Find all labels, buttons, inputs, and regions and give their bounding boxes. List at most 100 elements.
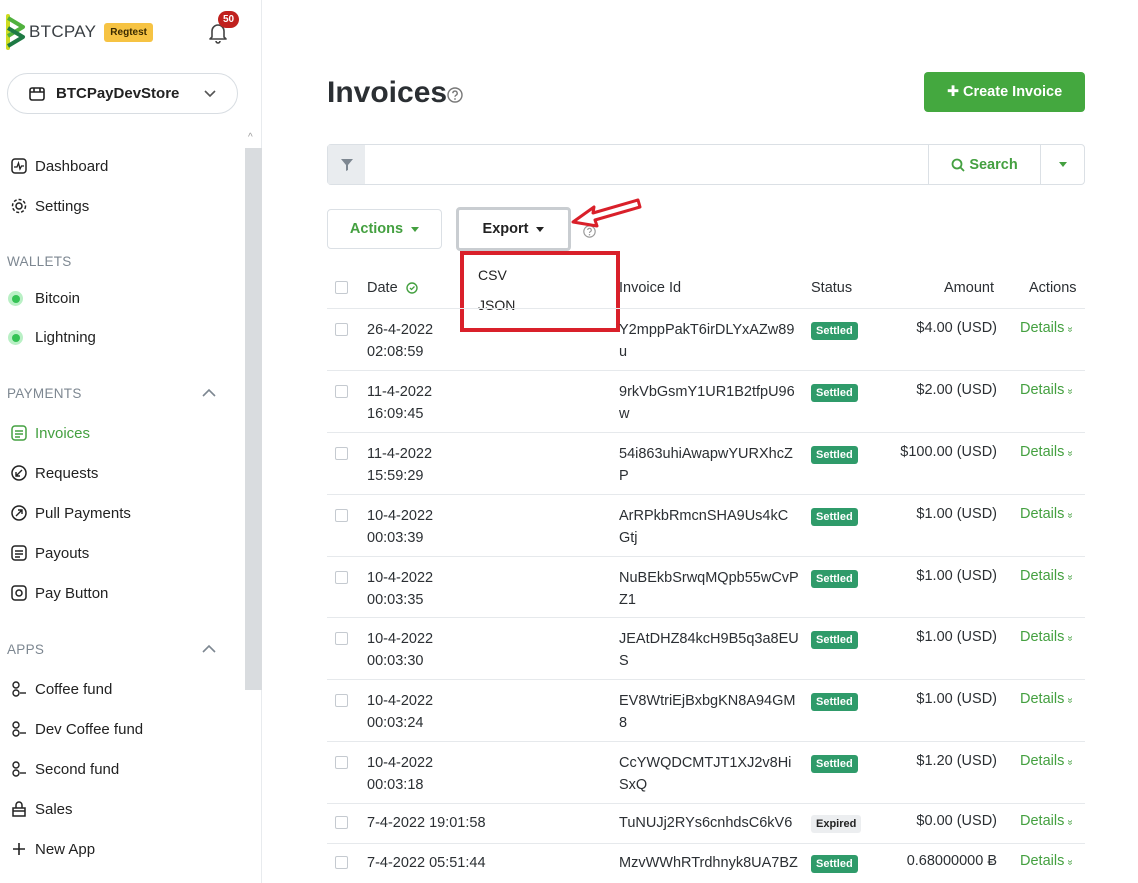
invoice-id: ArRPkbRmcnSHA9Us4kCGtj (619, 508, 789, 546)
details-label: Details (1020, 629, 1065, 645)
select-all-checkbox[interactable] (335, 281, 348, 294)
double-chevron-down-icon: » (1064, 759, 1076, 766)
row-checkbox[interactable] (335, 509, 348, 522)
chevron-up-icon[interactable] (201, 642, 217, 656)
search-label: Search (969, 156, 1018, 173)
sidebar-item-coffee-fund[interactable]: Coffee fund (10, 680, 112, 698)
export-csv-option[interactable]: CSV (478, 267, 507, 283)
filter-icon (340, 158, 353, 171)
row-checkbox[interactable] (335, 447, 348, 460)
column-header-label: Date (367, 280, 398, 296)
double-chevron-down-icon: » (1064, 326, 1076, 333)
status-dot-icon (8, 291, 23, 306)
table-row: 26-4-2022 02:08:59 Y2mppPakT6irDLYxAZw89u S… (327, 308, 1085, 370)
sidebar-item-payouts[interactable]: Payouts (10, 544, 89, 562)
invoice-date: 7-4-2022 19:01:58 (367, 815, 486, 831)
brand[interactable]: BTCPAY Regtest (6, 14, 153, 50)
invoice-amount: $1.00 (USD) (916, 506, 997, 522)
sidebar-item-label: Payouts (35, 544, 90, 562)
double-chevron-down-icon: » (1064, 450, 1076, 457)
details-link[interactable]: Details» (1020, 320, 1076, 336)
sidebar-item-requests[interactable]: Requests (10, 464, 98, 482)
sidebar-item-sales[interactable]: Sales (10, 800, 73, 818)
sidebar-item-label: Pay Button (35, 584, 109, 602)
row-checkbox[interactable] (335, 385, 348, 398)
filter-button[interactable] (328, 145, 365, 184)
details-link[interactable]: Details» (1020, 506, 1076, 522)
store-selector[interactable]: BTCPayDevStore (7, 73, 238, 114)
search-bar: Search (327, 144, 1085, 185)
sidebar-item-dashboard[interactable]: Dashboard (10, 157, 108, 175)
search-button[interactable]: Search (928, 145, 1040, 184)
row-checkbox[interactable] (335, 323, 348, 336)
status-badge: Settled (811, 570, 858, 588)
sidebar-scrollbar[interactable] (245, 148, 262, 690)
apps-section-label: APPS (7, 642, 45, 657)
sidebar-item-second-fund[interactable]: Second fund (10, 760, 119, 778)
pos-icon (10, 800, 28, 818)
main-content: Invoices ✚ Create Invoice Search Actions… (263, 0, 1138, 883)
details-link[interactable]: Details» (1020, 813, 1076, 829)
help-icon[interactable] (447, 87, 463, 103)
invoice-date: 10-4-2022 00:03:18 (367, 755, 434, 793)
details-link[interactable]: Details» (1020, 444, 1076, 460)
details-link[interactable]: Details» (1020, 382, 1076, 398)
export-dropdown-button[interactable]: Export (456, 207, 571, 251)
row-checkbox[interactable] (335, 694, 348, 707)
search-input[interactable] (365, 145, 928, 184)
details-link[interactable]: Details» (1020, 691, 1076, 707)
payments-section-label: PAYMENTS (7, 386, 82, 401)
details-link[interactable]: Details» (1020, 853, 1076, 869)
row-checkbox[interactable] (335, 756, 348, 769)
sidebar-item-new-app[interactable]: New App (10, 840, 95, 858)
details-label: Details (1020, 691, 1065, 707)
sidebar-item-bitcoin[interactable]: Bitcoin (8, 290, 80, 307)
pull-payment-icon (10, 504, 28, 522)
sidebar-item-pay-button[interactable]: Pay Button (10, 584, 108, 602)
actions-dropdown-button[interactable]: Actions (327, 209, 442, 249)
invoice-id: CcYWQDCMTJT1XJ2v8HiSxQ (619, 755, 792, 793)
status-badge: Settled (811, 322, 858, 340)
status-badge: Settled (811, 693, 858, 711)
create-invoice-button[interactable]: ✚ Create Invoice (924, 72, 1085, 112)
sidebar-item-label: New App (35, 840, 96, 858)
details-label: Details (1020, 506, 1065, 522)
row-checkbox[interactable] (335, 856, 348, 869)
crowdfund-icon (10, 680, 28, 698)
table-row: 11-4-2022 15:59:29 54i863uhiAwapwYURXhcZP S… (327, 432, 1085, 494)
invoice-date: 7-4-2022 05:51:44 (367, 855, 486, 871)
status-badge: Settled (811, 755, 858, 773)
status-badge: Settled (811, 855, 858, 873)
invoice-id: NuBEkbSrwqMQpb55wCvPZ1 (619, 570, 799, 608)
caret-down-icon (1058, 162, 1067, 167)
details-link[interactable]: Details» (1020, 568, 1076, 584)
double-chevron-down-icon: » (1064, 819, 1076, 826)
invoice-amount: $1.00 (USD) (916, 691, 997, 707)
clock-icon[interactable] (405, 282, 418, 294)
invoice-amount: $1.20 (USD) (916, 753, 997, 769)
pay-button-icon (10, 584, 28, 602)
chevron-up-icon[interactable] (201, 386, 217, 400)
row-checkbox[interactable] (335, 571, 348, 584)
sidebar-item-lightning[interactable]: Lightning (8, 329, 96, 346)
double-chevron-down-icon: » (1064, 697, 1076, 704)
sidebar-item-label: Dev Coffee fund (35, 720, 144, 738)
row-checkbox[interactable] (335, 632, 348, 645)
table-row: 10-4-2022 00:03:30 JEAtDHZ84kcH9B5q3a8EUS S… (327, 617, 1085, 679)
search-options-dropdown[interactable] (1040, 145, 1084, 184)
row-checkbox[interactable] (335, 816, 348, 829)
sidebar-item-settings[interactable]: Settings (10, 197, 89, 215)
column-header-date[interactable]: Date (367, 280, 418, 296)
details-link[interactable]: Details» (1020, 629, 1076, 645)
invoice-id: 9rkVbGsmY1UR1B2tfpU96w (619, 384, 795, 422)
details-link[interactable]: Details» (1020, 753, 1076, 769)
column-header-status: Status (811, 280, 853, 296)
sidebar-item-pull-payments[interactable]: Pull Payments (10, 504, 131, 522)
sidebar-item-dev-coffee-fund[interactable]: Dev Coffee fund (10, 720, 143, 738)
scroll-up-icon[interactable]: ^ (248, 132, 253, 143)
table-row: 10-4-2022 00:03:18 CcYWQDCMTJT1XJ2v8HiSxQ S… (327, 741, 1085, 803)
sidebar-item-label: Settings (35, 197, 90, 215)
sidebar-item-invoices[interactable]: Invoices (10, 424, 90, 442)
invoice-icon (10, 424, 28, 442)
details-label: Details (1020, 568, 1065, 584)
